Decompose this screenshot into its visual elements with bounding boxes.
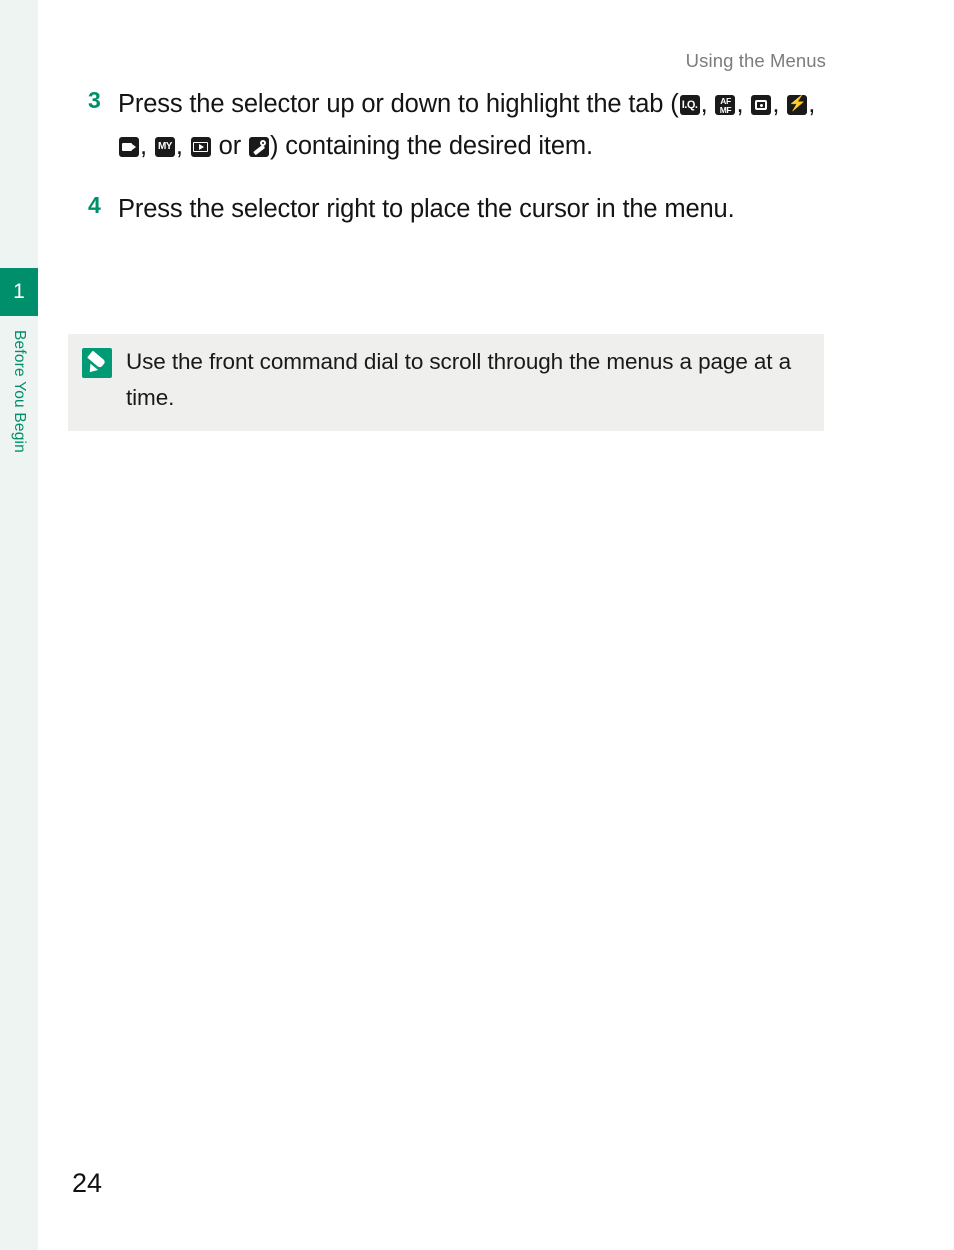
tip-pencil-icon bbox=[82, 348, 112, 378]
tip-text: Use the front command dial to scroll thr… bbox=[126, 349, 792, 411]
shooting-setting-icon bbox=[751, 95, 772, 115]
step-number: 4 bbox=[88, 192, 101, 219]
flash-setting-icon bbox=[787, 95, 808, 115]
set-up-menu-icon bbox=[249, 136, 269, 157]
chapter-title: Before You Begin bbox=[11, 330, 28, 453]
step-text: Press the selector right to place the cu… bbox=[118, 195, 735, 224]
image-quality-icon: I.Q. bbox=[679, 95, 700, 115]
icon-separator-4: , bbox=[808, 90, 816, 118]
step-text: Press the selector up or down to highlig… bbox=[118, 84, 828, 167]
step-item: 3 Press the selector up or down to highl… bbox=[88, 84, 848, 167]
icon-separator-2: , bbox=[736, 90, 751, 118]
step-text-after-icons: ) containing the desired item. bbox=[270, 131, 593, 160]
tip-box: Use the front command dial to scroll thr… bbox=[68, 334, 824, 431]
chapter-number-tab: 1 bbox=[0, 268, 38, 316]
icon-separator-3: , bbox=[772, 90, 787, 118]
tip-icon-wrap bbox=[68, 344, 126, 378]
step-text-before-icons: Press the selector up or down to highlig… bbox=[118, 90, 679, 118]
icon-conjunction: or bbox=[211, 131, 248, 160]
chapter-title-vertical: Before You Begin bbox=[0, 330, 38, 560]
my-menu-icon: MY bbox=[154, 136, 175, 157]
numbered-steps: 3 Press the selector up or down to highl… bbox=[88, 84, 848, 253]
running-head: Using the Menus bbox=[685, 50, 826, 71]
page-number: 24 bbox=[72, 1168, 103, 1198]
playback-menu-icon bbox=[190, 136, 211, 157]
chapter-edge-band bbox=[0, 0, 38, 1250]
af-mf-icon: AF MF bbox=[715, 95, 736, 115]
icon-separator-5: , bbox=[140, 131, 154, 160]
step-item: 4 Press the selector right to place the … bbox=[88, 189, 848, 231]
chapter-number: 1 bbox=[13, 280, 25, 303]
movie-setting-icon bbox=[119, 136, 139, 157]
step-number: 3 bbox=[88, 87, 101, 113]
icon-separator-6: , bbox=[175, 131, 190, 160]
icon-separator-1: , bbox=[700, 90, 715, 118]
